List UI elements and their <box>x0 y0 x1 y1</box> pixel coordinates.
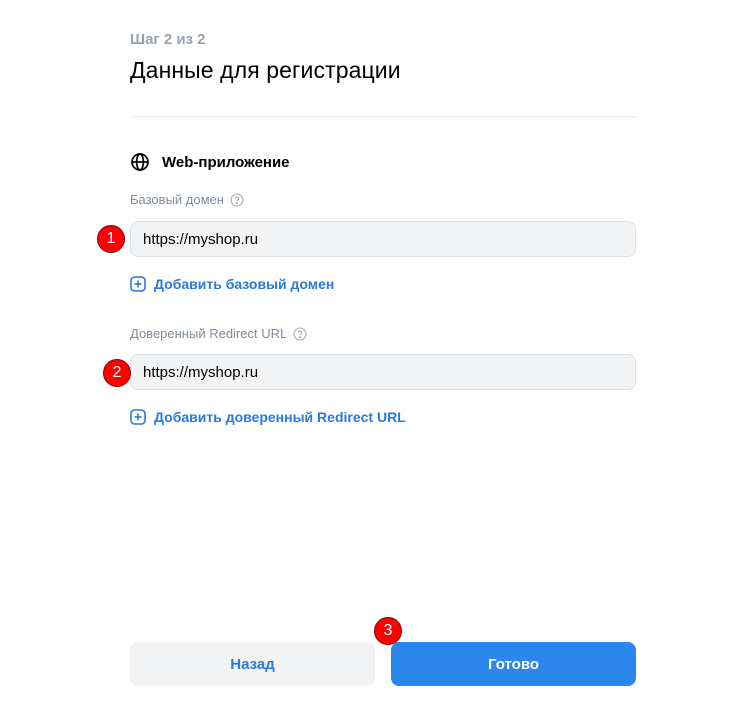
add-redirect-url-label: Добавить доверенный Redirect URL <box>154 409 406 425</box>
back-button[interactable]: Назад <box>130 642 375 686</box>
page-title: Данные для регистрации <box>130 57 401 83</box>
base-domain-input[interactable] <box>130 221 636 257</box>
plus-square-icon <box>130 409 146 425</box>
done-button[interactable]: Готово <box>391 642 636 686</box>
section-title: Web-приложение <box>162 153 290 171</box>
redirect-url-label: Доверенный Redirect URL <box>130 326 307 341</box>
registration-page: Шаг 2 из 2 Данные для регистрации Web-пр… <box>0 0 740 724</box>
annotation-badge-2: 2 <box>103 359 131 387</box>
annotation-badge-3: 3 <box>374 617 402 645</box>
add-base-domain-label: Добавить базовый домен <box>154 276 335 292</box>
help-icon[interactable] <box>293 326 307 341</box>
globe-icon <box>130 152 150 172</box>
section-header: Web-приложение <box>130 151 290 173</box>
step-indicator: Шаг 2 из 2 <box>130 31 206 48</box>
help-icon[interactable] <box>230 192 244 207</box>
plus-square-icon <box>130 276 146 292</box>
add-base-domain-button[interactable]: Добавить базовый домен <box>130 276 334 292</box>
base-domain-label: Базовый домен <box>130 192 244 207</box>
redirect-url-label-text: Доверенный Redirect URL <box>130 326 288 341</box>
redirect-url-input[interactable] <box>130 354 636 390</box>
divider <box>130 116 636 117</box>
add-redirect-url-button[interactable]: Добавить доверенный Redirect URL <box>130 409 406 425</box>
annotation-badge-1: 1 <box>97 225 125 253</box>
base-domain-label-text: Базовый домен <box>130 192 224 207</box>
